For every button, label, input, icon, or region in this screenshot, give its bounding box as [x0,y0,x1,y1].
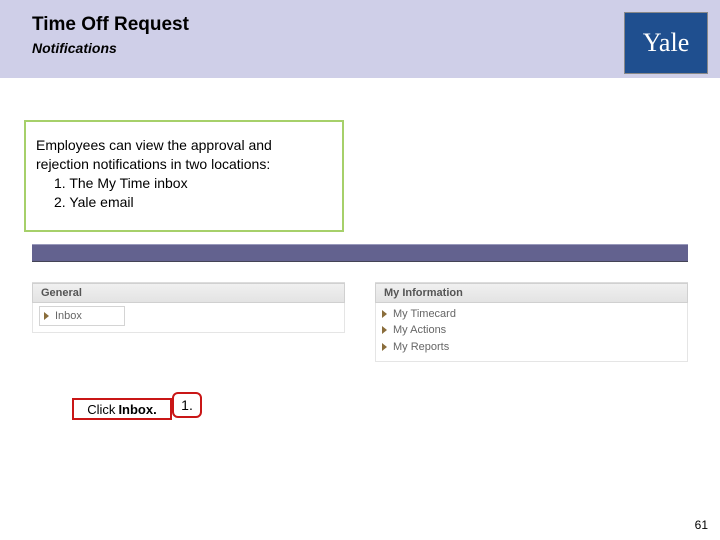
header-text: Time Off Request Notifications [32,14,189,56]
page-number: 61 [695,518,708,532]
chevron-right-icon [382,343,387,351]
header-band: Time Off Request Notifications Yale [0,0,720,78]
panel-myinfo: My Information My Timecard My Actions My… [375,282,688,362]
inbox-link[interactable]: Inbox [39,306,125,326]
yale-logo: Yale [624,12,708,74]
chevron-right-icon [382,326,387,334]
item-label: My Reports [393,340,449,354]
item-label: My Actions [393,323,446,337]
chevron-right-icon [44,312,49,320]
inbox-label: Inbox [55,309,82,323]
instruction-callout: Click Inbox. [72,398,172,420]
app-ribbon [32,244,688,262]
panel-body-general: Inbox [32,303,345,333]
info-callout: Employees can view the approval and reje… [24,120,344,232]
chevron-right-icon [382,310,387,318]
panel-header-myinfo: My Information [375,283,688,303]
info-list: 1. The My Time inbox 2. Yale email [36,174,332,212]
instruction-bold: Inbox. [118,402,156,417]
instruction-prefix: Click [87,402,115,417]
info-line: rejection notifications in two locations… [36,155,332,174]
panels-row: General Inbox My Information My Timecard… [32,282,688,362]
page-title: Time Off Request [32,14,189,36]
info-item: 1. The My Time inbox [54,174,332,193]
list-item[interactable]: My Timecard [382,306,681,322]
info-line: Employees can view the approval and [36,136,332,155]
step-number: 1. [181,397,193,413]
yale-logo-text: Yale [643,28,689,58]
panel-general: General Inbox [32,282,345,362]
info-item: 2. Yale email [54,193,332,212]
item-label: My Timecard [393,307,456,321]
page-subtitle: Notifications [32,40,189,56]
list-item[interactable]: My Reports [382,339,681,355]
panel-header-general: General [32,283,345,303]
list-item[interactable]: My Actions [382,322,681,338]
panel-body-myinfo: My Timecard My Actions My Reports [375,303,688,362]
step-marker: 1. [172,392,202,418]
